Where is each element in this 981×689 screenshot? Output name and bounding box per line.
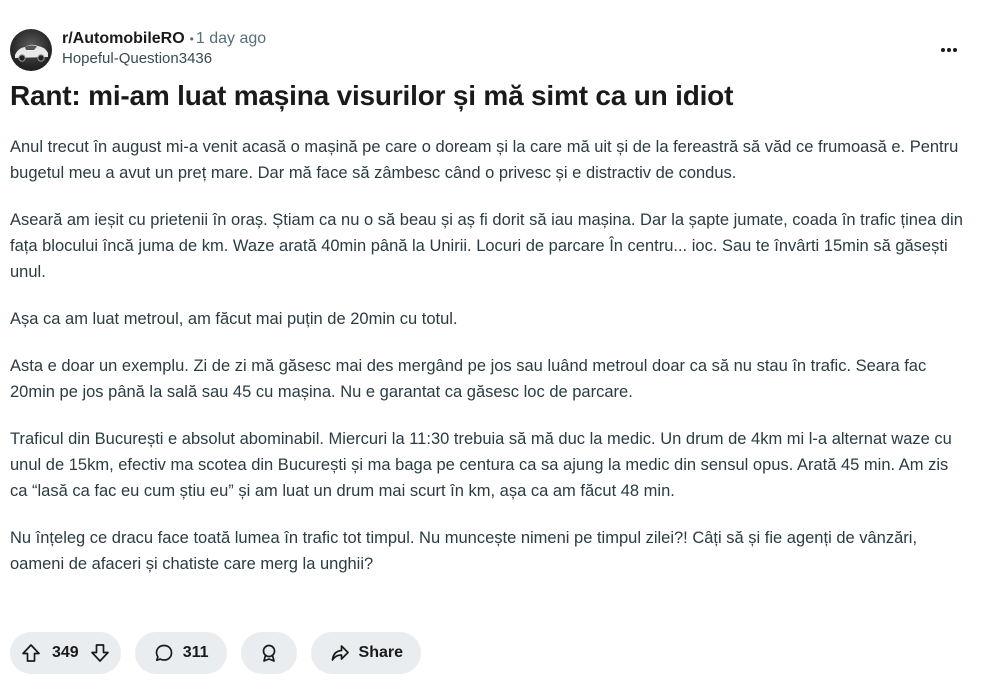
award-icon (258, 642, 280, 664)
car-icon (15, 44, 48, 62)
ellipsis-icon (941, 48, 957, 52)
share-button[interactable]: Share (310, 632, 421, 674)
speech-bubble-icon (153, 642, 175, 664)
post-paragraph: Anul trecut în august mi-a venit acasă o… (10, 138, 959, 182)
share-label: Share (358, 644, 403, 661)
comments-button[interactable]: 311 (134, 632, 227, 674)
comment-count: 311 (182, 644, 209, 661)
vote-count: 349 (52, 644, 79, 661)
arrow-up-icon (22, 644, 40, 662)
post-timestamp: 1 day ago (195, 30, 267, 47)
arrow-down-icon (90, 644, 109, 662)
post-paragraph: Nu înțeleg ce dracu face toată lumea în … (10, 529, 918, 573)
meta-separator: • (189, 32, 194, 46)
post-paragraph: Asta e doar un exemplu. Zi de zi mă găse… (10, 357, 927, 401)
post-paragraph: Traficul din București e absolut abomina… (10, 430, 952, 500)
action-bar: 349 311 Share (10, 632, 421, 674)
subreddit-avatar[interactable] (10, 29, 52, 71)
downvote-button[interactable] (89, 642, 111, 664)
upvote-button[interactable] (20, 642, 42, 664)
subreddit-link[interactable]: r/AutomobileRO (62, 30, 185, 47)
award-button[interactable] (240, 632, 297, 674)
post-title: Rant: mi-am luat mașina visurilor și mă … (10, 80, 734, 111)
author-link[interactable]: Hopeful-Question3436 (62, 49, 266, 69)
post-header: r/AutomobileRO • 1 day ago Hopeful-Questio… (10, 28, 961, 74)
post-paragraph: Aseară am ieșit cu prietenii în oraș. Șt… (10, 211, 963, 281)
share-arrow-icon (329, 642, 351, 664)
post-body: Anul trecut în august mi-a venit acasă o… (10, 134, 970, 598)
post-paragraph: Așa ca am luat metroul, am făcut mai puț… (10, 310, 458, 328)
more-options-button[interactable] (937, 40, 961, 60)
vote-control: 349 (10, 632, 121, 674)
